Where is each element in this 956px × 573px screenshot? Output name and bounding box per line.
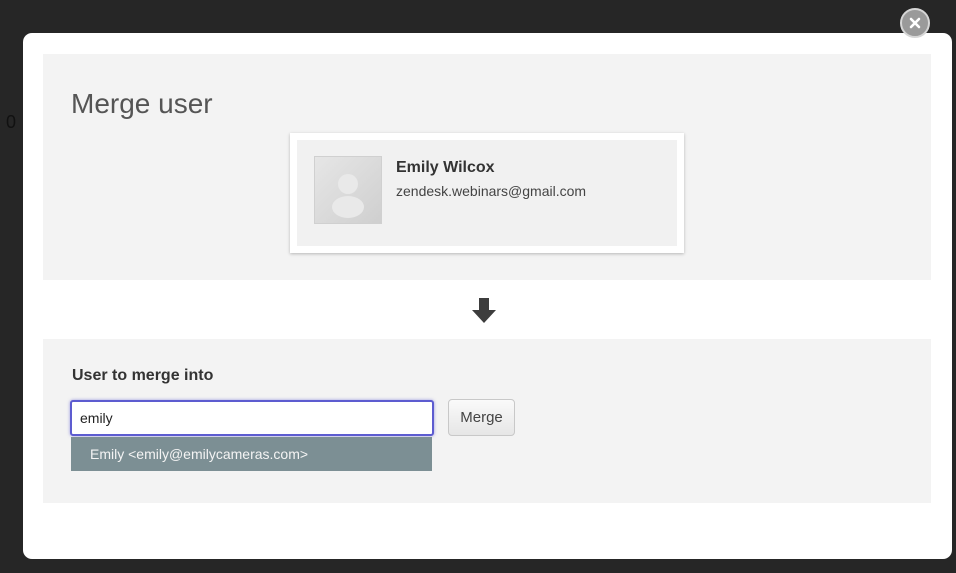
close-button[interactable]	[900, 8, 930, 38]
merge-target-label: User to merge into	[72, 367, 214, 384]
autocomplete-suggestion[interactable]: Emily <emily@emilycameras.com>	[71, 437, 432, 471]
source-user-email: zendesk.webinars@gmail.com	[396, 183, 587, 199]
merge-button[interactable]: Merge	[448, 399, 515, 436]
modal-title: Merge user	[71, 88, 213, 119]
user-search-input[interactable]	[70, 400, 434, 436]
arrow-down-icon	[472, 298, 496, 323]
avatar	[314, 156, 382, 224]
source-user-card-inner: Emily Wilcox zendesk.webinars@gmail.com	[297, 140, 677, 246]
merge-user-modal: Merge user Emily Wilcox zendesk.webinars…	[23, 33, 952, 559]
source-user-section: Merge user Emily Wilcox zendesk.webinars…	[43, 54, 931, 280]
source-user-name: Emily Wilcox	[396, 159, 495, 176]
default-avatar-icon	[332, 174, 364, 218]
merge-target-section: User to merge into Merge Emily <emily@em…	[43, 339, 931, 503]
close-icon	[909, 17, 921, 29]
background-edge-text: 0	[6, 112, 17, 132]
source-user-card: Emily Wilcox zendesk.webinars@gmail.com	[290, 133, 684, 253]
